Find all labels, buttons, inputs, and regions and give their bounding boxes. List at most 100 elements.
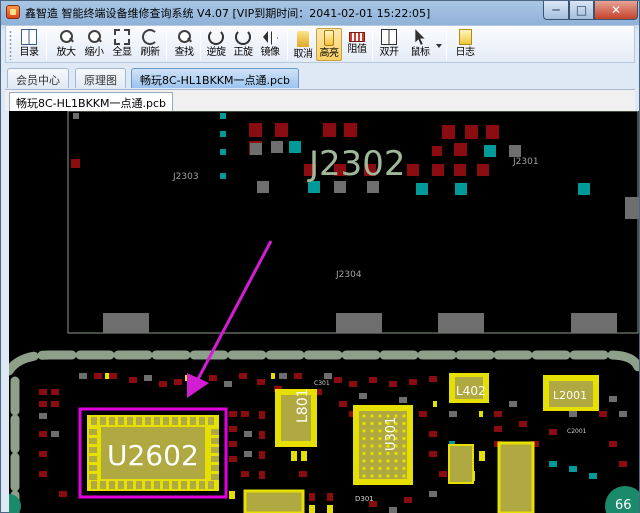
chip-pad bbox=[89, 465, 97, 471]
close-icon: ✕ bbox=[610, 3, 622, 17]
pad bbox=[344, 123, 357, 137]
bga-ball bbox=[370, 474, 374, 478]
chip-pad bbox=[211, 447, 219, 453]
cursor-label: 鼠标 bbox=[410, 47, 431, 58]
document-tab-label: 畅玩8C-HL1BKKM一点通.pcb bbox=[16, 97, 167, 110]
board-edge-outline bbox=[9, 350, 639, 378]
bga-ball bbox=[362, 451, 366, 456]
chip-pad bbox=[89, 474, 97, 480]
pad bbox=[73, 113, 79, 119]
search-button[interactable]: 查找 bbox=[171, 28, 197, 61]
pcb-board-view[interactable]: J2302 J2303 J2301 J2304 L801 U301 L402 L… bbox=[9, 111, 639, 513]
tab-schematic[interactable]: 原理图 bbox=[75, 68, 126, 88]
pad bbox=[249, 123, 262, 137]
highlight-button[interactable]: 高亮 bbox=[316, 28, 342, 61]
rotate-cw-button[interactable]: 正旋 bbox=[230, 28, 256, 61]
rotate-ccw-label: 逆旋 bbox=[206, 47, 227, 58]
cursor-dropdown-icon[interactable] bbox=[436, 44, 442, 48]
c2001-label: C2001 bbox=[567, 428, 587, 435]
chip-pad bbox=[163, 481, 169, 489]
chip-pad bbox=[89, 456, 97, 462]
refresh-label: 刷新 bbox=[140, 47, 161, 58]
bga-ball bbox=[370, 466, 374, 471]
pad bbox=[486, 125, 499, 139]
close-button[interactable]: ✕ bbox=[594, 1, 638, 20]
minimize-button[interactable]: ─ bbox=[543, 1, 569, 20]
pad bbox=[336, 313, 382, 333]
bga-ball bbox=[402, 444, 406, 448]
app-logo-icon bbox=[6, 5, 20, 19]
fit-screen-button[interactable]: 全显 bbox=[109, 28, 135, 61]
tab-member-center[interactable]: 会员中心 bbox=[7, 68, 69, 88]
resistance-icon bbox=[349, 32, 365, 42]
bga-ball bbox=[394, 474, 398, 478]
log-icon bbox=[458, 29, 472, 45]
resistance-button[interactable]: 阻值 bbox=[344, 28, 370, 61]
pad bbox=[578, 183, 590, 195]
tab-pcb-file[interactable]: 畅玩8C-HL1BKKM一点通.pcb bbox=[131, 68, 300, 88]
zoom-badge: 66 bbox=[605, 486, 639, 513]
log-label: 日志 bbox=[455, 47, 476, 58]
bga-ball bbox=[386, 459, 390, 463]
document-tab-bar: 畅玩8C-HL1BKKM一点通.pcb bbox=[5, 89, 635, 111]
cancel-button[interactable]: 取消 bbox=[290, 28, 316, 61]
toolbar-grip[interactable] bbox=[9, 30, 12, 60]
dual-open-icon bbox=[381, 29, 397, 45]
rotate-ccw-icon bbox=[208, 29, 224, 45]
chip-pad bbox=[91, 481, 97, 489]
catalog-label: 目录 bbox=[19, 47, 40, 58]
cursor-button[interactable]: 鼠标 bbox=[407, 28, 433, 61]
zoom-out-button[interactable]: 缩小 bbox=[81, 28, 107, 61]
bga-ball bbox=[386, 474, 390, 478]
fit-screen-icon bbox=[114, 29, 130, 45]
mirror-button[interactable]: 镜像 bbox=[257, 28, 283, 61]
document-tab[interactable]: 畅玩8C-HL1BKKM一点通.pcb bbox=[9, 92, 174, 111]
chip-pad bbox=[208, 417, 214, 425]
title-bar[interactable]: 鑫智造 智能终端设备维修查询系统 V4.07 [VIP到期时间：2041-02-… bbox=[1, 1, 639, 23]
dual-open-button[interactable]: 双开 bbox=[376, 28, 402, 61]
pad bbox=[454, 164, 466, 176]
pad bbox=[103, 313, 149, 333]
chip-pad bbox=[118, 481, 124, 489]
toolbar-separator bbox=[46, 30, 47, 60]
chip-pad bbox=[172, 417, 178, 425]
bga-ball bbox=[362, 429, 366, 433]
bga-ball bbox=[402, 474, 406, 478]
pad bbox=[432, 164, 444, 176]
zoom-in-button[interactable]: 放大 bbox=[53, 28, 79, 61]
bga-ball bbox=[362, 436, 366, 441]
chip-pad bbox=[136, 417, 142, 425]
maximize-button[interactable]: □ bbox=[569, 1, 594, 20]
log-button[interactable]: 日志 bbox=[452, 28, 478, 61]
chip-pad bbox=[109, 417, 115, 425]
tab-label: 原理图 bbox=[84, 74, 117, 87]
chip-pad bbox=[89, 438, 97, 444]
chip-pad bbox=[100, 481, 106, 489]
refresh-button[interactable]: 刷新 bbox=[137, 28, 163, 61]
pcb-canvas[interactable]: J2302 J2303 J2301 J2304 L801 U301 L402 L… bbox=[9, 111, 639, 513]
book-icon bbox=[21, 29, 37, 45]
pad bbox=[416, 183, 428, 195]
bga-ball bbox=[362, 414, 366, 418]
highlight-icon bbox=[324, 30, 334, 46]
bga-ball bbox=[378, 459, 382, 463]
chip-pad bbox=[199, 481, 205, 489]
u301-label: U301 bbox=[384, 417, 399, 451]
chip-pad bbox=[127, 417, 133, 425]
chip-pad bbox=[118, 417, 124, 425]
cursor-icon bbox=[415, 29, 425, 45]
rotate-ccw-button[interactable]: 逆旋 bbox=[203, 28, 229, 61]
u2602-component[interactable]: U2602 bbox=[78, 407, 228, 499]
u2602-label: U2602 bbox=[107, 439, 199, 472]
pad bbox=[257, 181, 269, 193]
pad bbox=[438, 313, 484, 333]
bga-ball bbox=[394, 451, 398, 456]
pad bbox=[220, 149, 226, 155]
j2303-label: J2303 bbox=[172, 172, 199, 182]
catalog-button[interactable]: 目录 bbox=[16, 28, 42, 61]
bga-ball bbox=[378, 474, 382, 478]
chip-pad bbox=[211, 438, 219, 444]
tab-label: 畅玩8C-HL1BKKM一点通.pcb bbox=[140, 74, 291, 87]
chip-pad bbox=[181, 417, 187, 425]
bga-ball bbox=[370, 421, 374, 426]
